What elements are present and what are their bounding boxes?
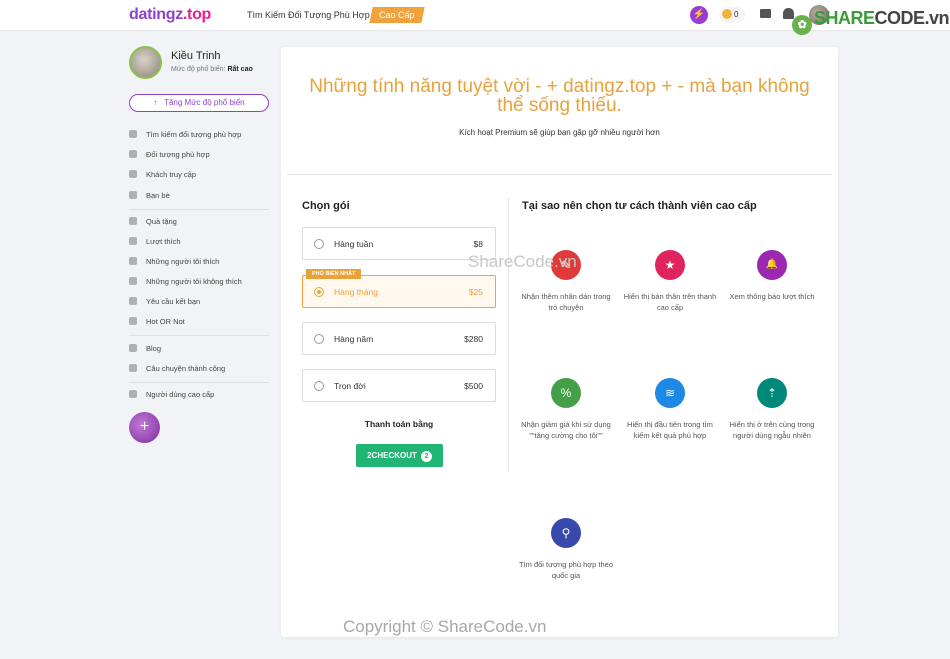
most-popular-badge: PHỔ BIẾN NHẤT	[306, 269, 362, 279]
plan-price: $280	[464, 334, 483, 344]
search-user-icon	[129, 130, 137, 138]
feature-text: Hiển thị bản thân trên thanh cao cấp	[623, 292, 717, 312]
feature-text: Nhận giảm giá khi sử dụng ""tăng cường c…	[521, 420, 611, 440]
user-add-icon	[129, 297, 137, 305]
sharecode-logo-icon: ✿	[792, 15, 812, 35]
checkout-button[interactable]: 2CHECKOUT 2	[356, 444, 443, 467]
credits-badge[interactable]: 0	[719, 7, 745, 23]
star-icon: ★	[655, 250, 685, 280]
site-logo[interactable]: datingz.top	[129, 6, 211, 24]
thumb-down-icon	[129, 277, 137, 285]
sidebar-item-friends[interactable]: Bạn bè	[129, 191, 170, 205]
plan-price: $8	[473, 239, 483, 249]
sidebar-divider	[129, 209, 269, 210]
sidebar-item-blog[interactable]: Blog	[129, 344, 161, 358]
watermark-copyright: Copyright © ShareCode.vn	[343, 617, 547, 636]
sidebar-item-likes[interactable]: Lượt thích	[129, 237, 181, 251]
profile-avatar[interactable]	[129, 46, 162, 79]
sidebar-item-visitors[interactable]: Khách truy cập	[129, 170, 196, 184]
nav-premium[interactable]: Cao Cấp	[369, 7, 425, 23]
choose-plan-heading: Chọn gói	[302, 200, 350, 212]
why-premium-heading: Tại sao nên chọn tư cách thành viên cao …	[522, 200, 757, 212]
plan-yearly[interactable]: Hàng năm $280	[302, 322, 496, 355]
plan-monthly[interactable]: PHỔ BIẾN NHẤT Hàng tháng $25	[302, 269, 496, 308]
user-like-icon	[129, 257, 137, 265]
plan-name: Trọn đời	[334, 381, 366, 391]
sidebar-item-success-stories[interactable]: Câu chuyện thành công	[129, 364, 225, 378]
feature-boost-discount: % Nhận giảm giá khi sử dụng ""tăng cường…	[518, 378, 614, 441]
sidebar-item-people-i-like[interactable]: Những người tôi thích	[129, 257, 219, 271]
chart-icon	[129, 364, 137, 372]
feature-premium-bar: ★ Hiển thị bản thân trên thanh cao cấp	[622, 250, 718, 313]
feature-text: Xem thông báo lượt thích	[729, 292, 815, 301]
plan-radio[interactable]	[314, 381, 324, 391]
plan-price: $500	[464, 381, 483, 391]
plan-radio[interactable]	[314, 287, 324, 297]
feature-text: Hiển thị đầu tiên trong tìm kiếm kết quả…	[627, 420, 713, 440]
top-navbar: datingz.top Tìm Kiếm Đối Tượng Phù Hợp C…	[0, 0, 950, 35]
plan-name: Hàng năm	[334, 334, 374, 344]
sharecode-watermark-logo: ✿ SHARECODE.vn	[792, 8, 950, 35]
discount-icon: %	[551, 378, 581, 408]
feature-text: Tìm đối tượng phù hợp theo quốc gia	[518, 560, 614, 580]
watermark-middle: ShareCode.vn	[468, 252, 577, 271]
location-pin-icon: ⚲	[551, 518, 581, 548]
sidebar-item-friend-requests[interactable]: Yêu cầu kết bạn	[129, 297, 200, 311]
bell-icon: 🔔	[757, 250, 787, 280]
blog-icon	[129, 344, 137, 352]
layers-icon: ≋	[655, 378, 685, 408]
plan-weekly[interactable]: Hàng tuần $8	[302, 227, 496, 260]
feature-text: Nhận thêm nhãn dán trong trò chuyện	[521, 292, 611, 312]
sidebar-item-people-i-dislike[interactable]: Những người tôi không thích	[129, 277, 242, 291]
sidebar-item-gifts[interactable]: Quà tặng	[129, 217, 177, 231]
feature-text: Hiển thị ở trên cùng trong người dùng ng…	[729, 420, 815, 440]
section-divider	[287, 174, 832, 175]
plan-lifetime[interactable]: Trọn đời $500	[302, 369, 496, 402]
heart-icon	[129, 237, 137, 245]
messages-icon[interactable]	[760, 9, 771, 18]
feature-top-random: ⇡ Hiển thị ở trên cùng trong người dùng …	[724, 378, 820, 441]
sidebar-item-find-matches[interactable]: Tìm kiếm đối tượng phù hợp	[129, 130, 241, 144]
feature-first-in-search: ≋ Hiển thị đầu tiên trong tìm kiếm kết q…	[622, 378, 718, 441]
page-subtitle: Kích hoạt Premium sẽ giúp bạn gặp gỡ nhi…	[459, 128, 660, 137]
sidebar-item-matches[interactable]: Đối tượng phù hợp	[129, 150, 210, 164]
plan-name: Hàng tháng	[334, 287, 378, 297]
plan-radio[interactable]	[314, 334, 324, 344]
boost-bolt-icon[interactable]: ⚡	[690, 6, 708, 24]
sidebar-item-premium-users[interactable]: Người dùng cao cấp	[129, 390, 214, 404]
eye-icon	[129, 170, 137, 178]
top-arrow-icon: ⇡	[757, 378, 787, 408]
coin-icon	[722, 9, 732, 19]
nav-find-matches[interactable]: Tìm Kiếm Đối Tượng Phù Hợp	[247, 10, 370, 20]
feature-like-notifications: 🔔 Xem thông báo lượt thích	[724, 250, 820, 302]
add-premium-user-button[interactable]: +	[129, 412, 160, 443]
star-icon	[129, 390, 137, 398]
fire-icon	[129, 317, 137, 325]
feature-country-search: ⚲ Tìm đối tượng phù hợp theo quốc gia	[518, 518, 614, 581]
pay-with-label: Thanh toán bằng	[364, 419, 434, 429]
boost-popularity-button[interactable]: ↑ Tăng Mức độ phổ biến	[129, 94, 269, 112]
match-icon	[129, 150, 137, 158]
column-divider	[508, 197, 509, 472]
plan-radio[interactable]	[314, 239, 324, 249]
sidebar-divider	[129, 382, 269, 383]
page-title: Những tính năng tuyệt vời - + datingz.to…	[309, 76, 810, 116]
plan-price: $25	[468, 287, 483, 297]
plan-name: Hàng tuần	[334, 239, 374, 249]
premium-card: Những tính năng tuyệt vời - + datingz.to…	[281, 47, 838, 637]
profile-name[interactable]: Kiều Trinh	[171, 50, 221, 62]
gift-icon	[129, 217, 137, 225]
sidebar-item-hot-or-not[interactable]: Hot OR Not	[129, 317, 185, 331]
popularity-text: Mức độ phổ biến: Rất cao	[171, 66, 253, 73]
friends-icon	[129, 191, 137, 199]
checkout-badge-icon: 2	[420, 451, 432, 462]
sidebar-divider	[129, 335, 269, 336]
